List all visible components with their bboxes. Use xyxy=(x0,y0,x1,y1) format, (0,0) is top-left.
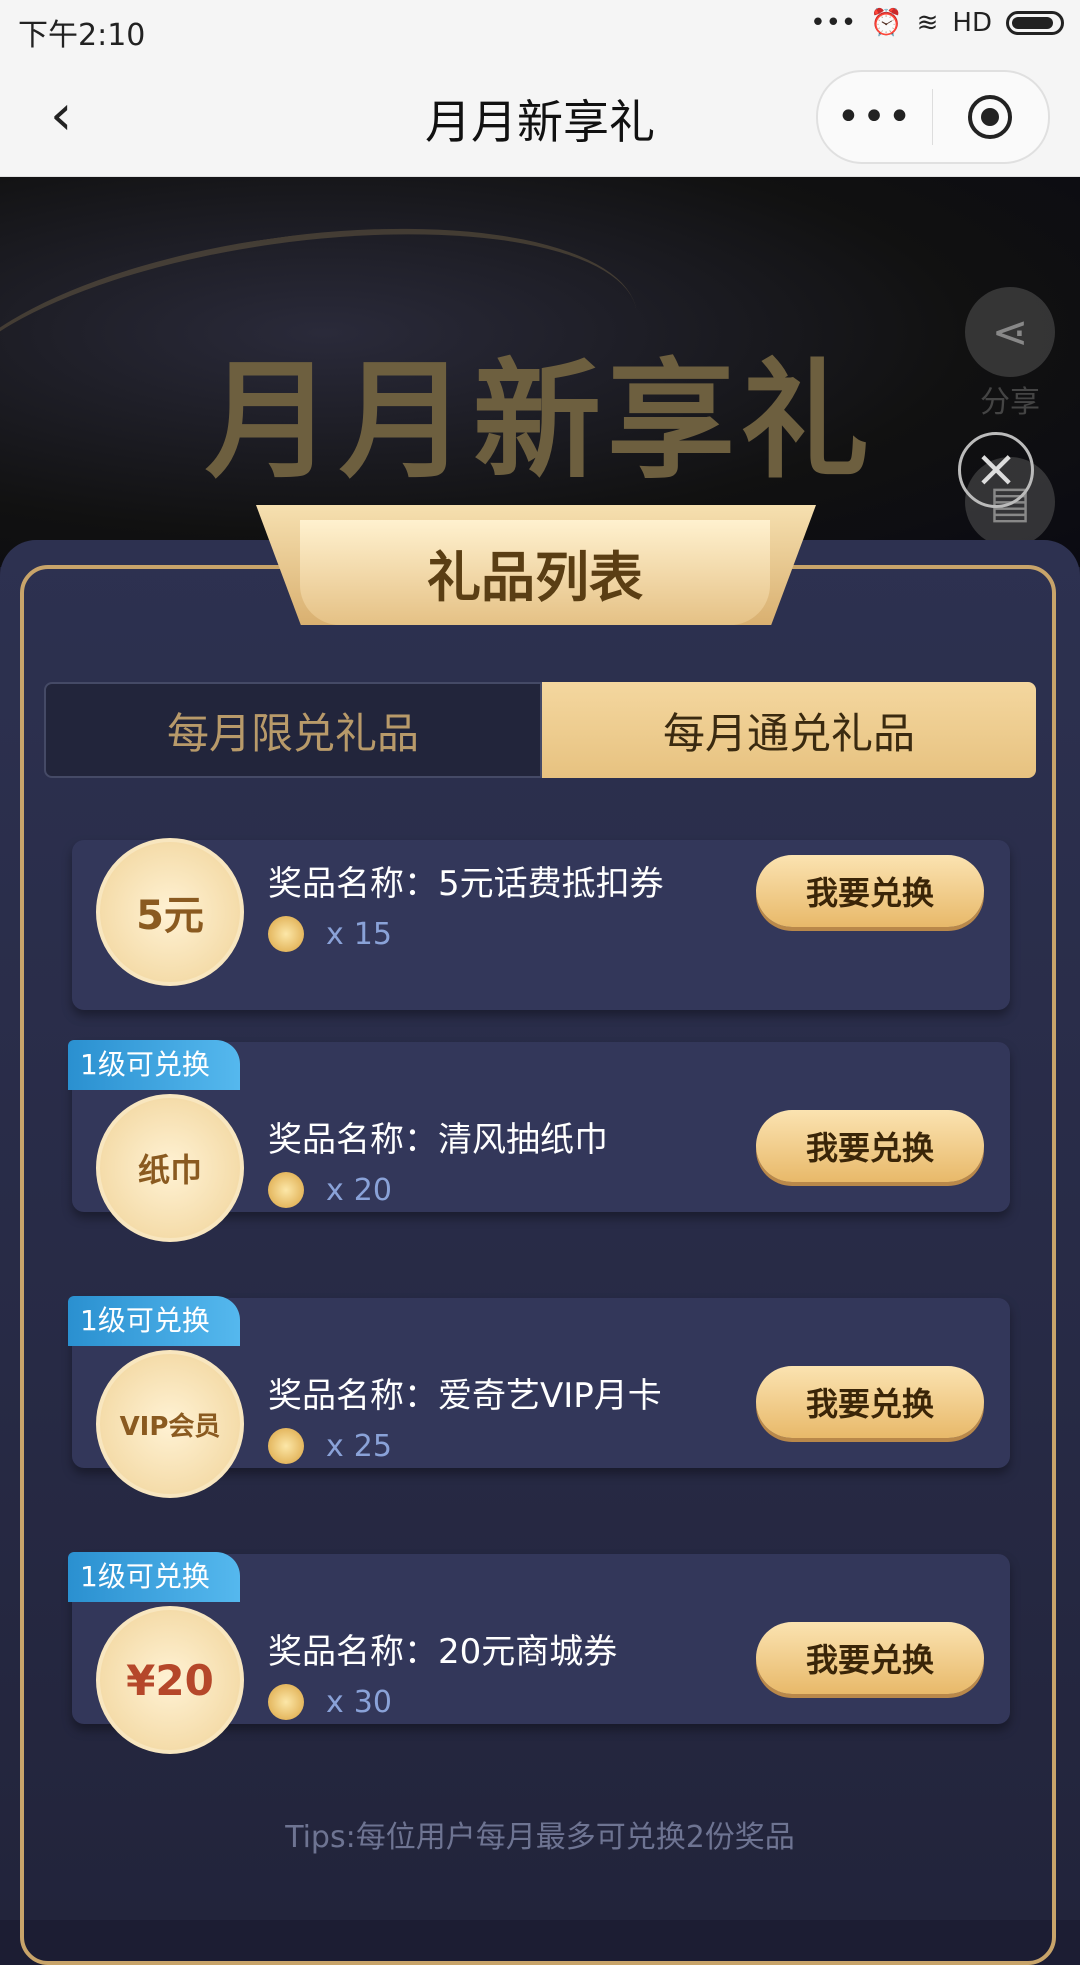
close-miniprogram-button[interactable] xyxy=(933,95,1047,139)
hero-title: 月月新享礼 xyxy=(204,347,875,496)
cost-value: 30 xyxy=(353,1684,392,1720)
nav-bar: ‹ 月月新享礼 ••• xyxy=(0,56,1080,177)
coin-icon xyxy=(268,916,304,952)
gift-name: 奖品名称：5元话费抵扣券 xyxy=(268,864,664,904)
coin-icon xyxy=(268,1684,304,1720)
gift-cost: x 15 xyxy=(268,916,392,952)
gift-name: 奖品名称：清风抽纸巾 xyxy=(268,1120,608,1160)
cost-multiplier: x xyxy=(326,1684,344,1720)
gift-tabs: 每月限兑礼品 每月通兑礼品 xyxy=(44,682,1036,778)
level-badge: 1级可兑换 xyxy=(68,1296,240,1346)
cost-value: 25 xyxy=(353,1428,392,1464)
more-menu-button[interactable]: ••• xyxy=(818,94,932,140)
gift-thumb-mall-coupon: ¥20 xyxy=(96,1606,244,1754)
target-icon xyxy=(968,95,1012,139)
miniprogram-capsule: ••• xyxy=(816,70,1050,164)
redeem-button[interactable]: 我要兑换 xyxy=(756,855,984,927)
gift-thumb-phone-coupon: 5元 xyxy=(96,838,244,986)
gift-thumb-iqiyi-vip: VIP会员 xyxy=(96,1350,244,1498)
share-button[interactable]: ⋖ 分享 xyxy=(960,287,1060,421)
status-time: 下午2:10 xyxy=(18,18,146,53)
cost-value: 15 xyxy=(353,916,392,952)
cost-multiplier: x xyxy=(326,1428,344,1464)
coin-icon xyxy=(268,1428,304,1464)
cost-multiplier: x xyxy=(326,916,344,952)
share-icon: ⋖ xyxy=(965,287,1055,377)
share-label: 分享 xyxy=(980,385,1040,420)
gift-thumb-tissue: 纸巾 xyxy=(96,1094,244,1242)
gift-cost: x 30 xyxy=(268,1684,392,1720)
status-bar: 下午2:10 ••• ⏰ ≋ HD xyxy=(0,0,1080,56)
cost-multiplier: x xyxy=(326,1172,344,1208)
tips-text: Tips:每位用户每月最多可兑换2份奖品 xyxy=(285,1820,795,1855)
gift-name: 奖品名称：爱奇艺VIP月卡 xyxy=(268,1376,662,1416)
redeem-button[interactable]: 我要兑换 xyxy=(756,1622,984,1694)
level-badge: 1级可兑换 xyxy=(68,1552,240,1602)
gift-cost: x 20 xyxy=(268,1172,392,1208)
coin-icon xyxy=(268,1172,304,1208)
gift-name: 奖品名称：20元商城券 xyxy=(268,1632,618,1672)
alarm-icon: ⏰ xyxy=(870,8,903,38)
gift-list-ribbon: 礼品列表 xyxy=(300,520,770,625)
wifi-icon: ≋ xyxy=(916,8,939,38)
tab-monthly-limited[interactable]: 每月限兑礼品 xyxy=(44,682,542,778)
redeem-button[interactable]: 我要兑换 xyxy=(756,1110,984,1182)
redeem-button[interactable]: 我要兑换 xyxy=(756,1366,984,1438)
level-badge: 1级可兑换 xyxy=(68,1040,240,1090)
status-icons: ••• ⏰ ≋ HD xyxy=(810,8,1064,38)
cost-value: 20 xyxy=(353,1172,392,1208)
gift-cost: x 25 xyxy=(268,1428,392,1464)
more-dots-icon: ••• xyxy=(810,8,857,38)
close-icon[interactable]: × xyxy=(958,432,1034,508)
signal-icon: HD xyxy=(952,8,992,38)
battery-icon xyxy=(1006,11,1064,35)
tab-monthly-general[interactable]: 每月通兑礼品 xyxy=(542,682,1036,778)
